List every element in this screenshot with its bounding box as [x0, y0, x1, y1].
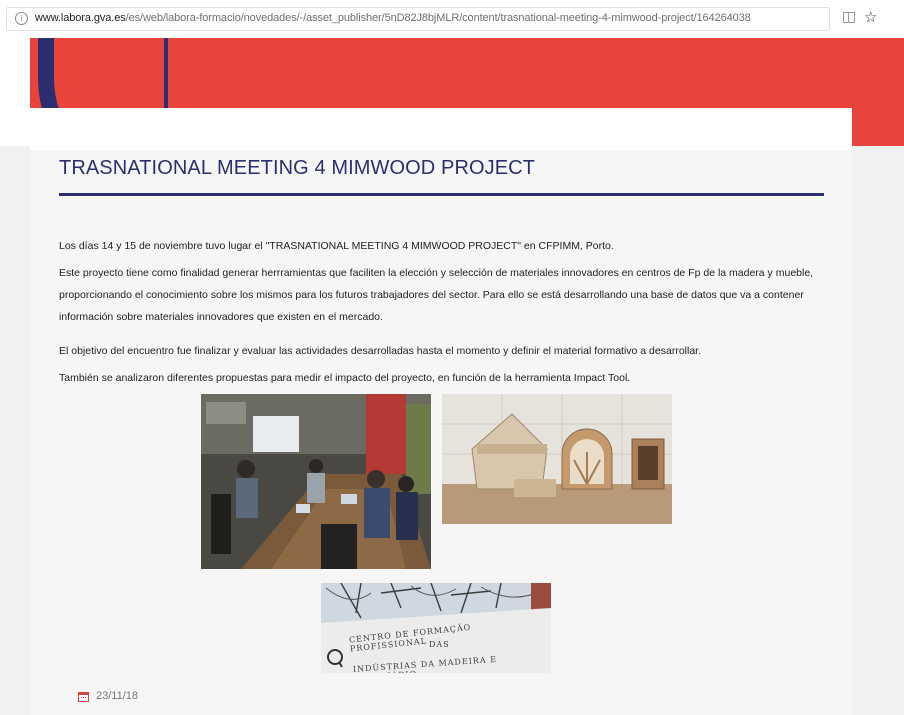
publish-date: 23/11/18: [96, 690, 139, 702]
reader-view-icon[interactable]: [843, 12, 855, 23]
article-card: TRASNATIONAL MEETING 4 MIMWOOD PROJECT L…: [30, 108, 852, 715]
meeting-photo-illustration: [201, 394, 431, 569]
training-centre-sign-photo[interactable]: CENTRO DE FORMAÇÃO PROFISSIONAL DAS INDÚ…: [321, 583, 551, 673]
info-icon[interactable]: i: [15, 12, 28, 25]
sign-line-1: CENTRO DE FORMAÇÃO PROFISSIONAL: [348, 622, 472, 654]
hero-left-strip: [0, 38, 30, 146]
calendar-icon: [78, 692, 89, 702]
url-text[interactable]: www.labora.gva.es/es/web/labora-formacio…: [35, 12, 751, 24]
article-paragraph-3: El objetivo del encuentro fue finalizar …: [59, 345, 701, 357]
sign-line-3: INDÚSTRIAS DA MADEIRA E MOBILIÁRIO: [352, 654, 498, 673]
article-paragraph-4: También se analizaron diferentes propues…: [59, 372, 631, 384]
browser-address-bar: i www.labora.gva.es/es/web/labora-formac…: [0, 0, 904, 39]
furniture-photo-illustration: [442, 394, 672, 524]
url-domain: www.labora.gva.es: [35, 12, 126, 24]
article-paragraph-1: Los días 14 y 15 de noviembre tuvo lugar…: [59, 240, 614, 252]
meeting-photo[interactable]: [201, 394, 431, 569]
url-field[interactable]: i www.labora.gva.es/es/web/labora-formac…: [6, 7, 830, 31]
furniture-photo[interactable]: [442, 394, 672, 524]
card-top-band: [30, 108, 852, 150]
sign-line-2: DAS: [429, 640, 450, 649]
article-title: TRASNATIONAL MEETING 4 MIMWOOD PROJECT: [59, 157, 536, 179]
bookmark-star-icon[interactable]: ☆: [864, 8, 877, 26]
url-path: /es/web/labora-formacio/novedades/-/asse…: [125, 12, 751, 24]
title-divider: [59, 193, 824, 196]
building-sign-text: CENTRO DE FORMAÇÃO PROFISSIONAL DAS INDÚ…: [321, 583, 551, 673]
article-paragraph-2: Este proyecto tiene como finalidad gener…: [59, 267, 814, 323]
